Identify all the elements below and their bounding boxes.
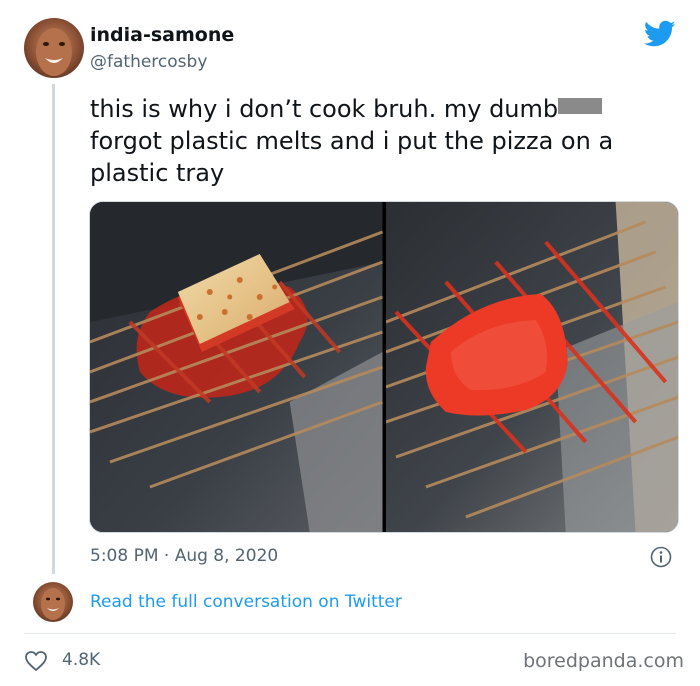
avatar-face-image bbox=[41, 588, 65, 620]
reply-avatar[interactable] bbox=[33, 582, 73, 622]
avatar-face-image bbox=[36, 28, 72, 76]
info-icon[interactable] bbox=[650, 546, 672, 568]
divider bbox=[24, 633, 676, 634]
redaction-block bbox=[558, 98, 603, 114]
watermark: boredpanda.com bbox=[523, 650, 684, 672]
author-avatar[interactable] bbox=[24, 18, 84, 78]
tweet-photo-melted-plastic[interactable] bbox=[385, 202, 678, 532]
tweet-text-line-3: plastic tray bbox=[90, 159, 225, 187]
heart-icon[interactable] bbox=[24, 650, 48, 672]
like-count[interactable]: 4.8K bbox=[62, 650, 100, 670]
author-display-name[interactable]: india-samone bbox=[90, 24, 234, 46]
tweet-timestamp[interactable]: 5:08 PM · Aug 8, 2020 bbox=[90, 546, 278, 566]
tweet-media-grid[interactable] bbox=[89, 201, 679, 533]
tweet-text: this is why i don’t cook bruh. my dumb f… bbox=[90, 93, 680, 189]
tweet-photo-pizza-in-oven[interactable] bbox=[90, 202, 383, 532]
read-full-conversation-link[interactable]: Read the full conversation on Twitter bbox=[90, 592, 402, 612]
twitter-bird-icon[interactable] bbox=[644, 20, 676, 48]
tweet-text-line-1: this is why i don’t cook bruh. my dumb bbox=[90, 95, 559, 123]
author-handle[interactable]: @fathercosby bbox=[90, 52, 207, 72]
tweet-text-line-2: forgot plastic melts and i put the pizza… bbox=[90, 127, 614, 155]
thread-connector-line bbox=[52, 84, 55, 574]
